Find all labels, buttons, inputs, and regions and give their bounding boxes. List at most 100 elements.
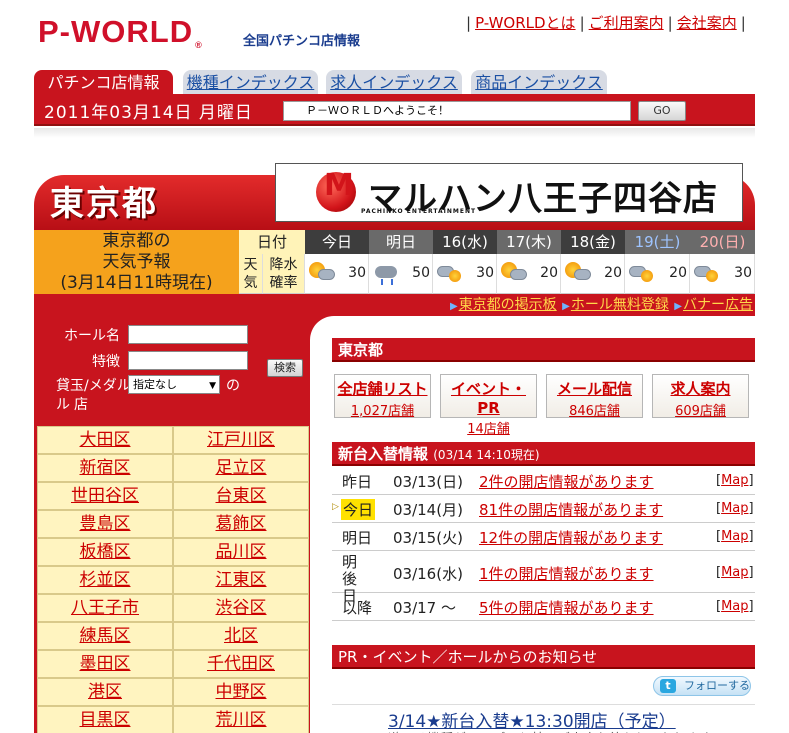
feature-label: 特徴 bbox=[92, 354, 120, 370]
quick-link-mail[interactable]: メール配信 846店舗 bbox=[546, 374, 643, 419]
news-item-snippet: 遊べる機種がいっぱい入替、ご来店お待ちしております bbox=[388, 728, 712, 733]
sun-cloud-icon bbox=[501, 262, 527, 284]
suffix-ten: 店 bbox=[74, 397, 88, 413]
current-date: 2011年03月14日 月曜日 bbox=[44, 103, 253, 123]
cloud-sun-icon bbox=[629, 262, 655, 284]
opening-row: ▷ 今日 03/14(月) 81件の開店情報があります [Map] bbox=[332, 495, 755, 523]
weather-day: 20 bbox=[561, 254, 625, 294]
quick-link-jobs[interactable]: 求人案内 609店舗 bbox=[652, 374, 749, 419]
suffix-ru-label: ル bbox=[56, 397, 70, 413]
welcome-ticker: Ｐ－ＷＯＲＬＤへようこそ！ bbox=[283, 101, 631, 121]
area-link[interactable]: 板橋区 bbox=[37, 538, 173, 566]
area-link[interactable]: 江東区 bbox=[173, 566, 309, 594]
weather-row-tenki: 天気 bbox=[239, 254, 263, 294]
area-link[interactable]: 渋谷区 bbox=[173, 594, 309, 622]
link-free-register[interactable]: ホール無料登録 bbox=[571, 297, 669, 313]
tab-products-index[interactable]: 商品インデックス bbox=[471, 70, 607, 95]
map-link[interactable]: Map bbox=[721, 529, 748, 544]
divider bbox=[332, 704, 755, 705]
arrow-right-icon: ▶ bbox=[562, 301, 570, 312]
arrow-right-icon: ▶ bbox=[674, 301, 682, 312]
twitter-icon: t bbox=[660, 679, 676, 693]
arrow-right-icon: ▶ bbox=[449, 301, 458, 312]
sun-cloud-icon bbox=[565, 262, 591, 284]
divider bbox=[34, 128, 755, 138]
weather-day-label: 16(水) bbox=[433, 230, 497, 254]
area-link[interactable]: 品川区 bbox=[173, 538, 309, 566]
weather-day-label: 19(土) bbox=[625, 230, 690, 254]
opening-info-link[interactable]: 12件の開店情報があります bbox=[479, 527, 663, 548]
quick-link-all-halls[interactable]: 全店舗リスト 1,027店舗 bbox=[334, 374, 431, 419]
area-link[interactable]: 杉並区 bbox=[37, 566, 173, 594]
weather-day-label: 明日 bbox=[369, 230, 433, 254]
link-about[interactable]: P-WORLDとは bbox=[475, 14, 576, 32]
tab-pachinko-hall-info[interactable]: パチンコ店情報 bbox=[34, 70, 173, 95]
weather-day: 30 bbox=[305, 254, 369, 294]
tab-machine-index[interactable]: 機種インデックス bbox=[183, 70, 318, 95]
banner-sub: PACHINKO ENTERTAINMENT bbox=[361, 208, 477, 215]
new-machines-header: 新台入替情報 (03/14 14:10現在) bbox=[332, 442, 755, 466]
search-button[interactable]: 検索 bbox=[267, 359, 303, 377]
area-list: 大田区 江戸川区 新宿区 足立区 世田谷区 台東区 豊島区 葛飾区 板橋区 品川区 杉並区 江東区 八王… bbox=[34, 422, 310, 733]
hall-name-input[interactable] bbox=[128, 325, 248, 344]
go-button[interactable]: GO bbox=[638, 101, 686, 121]
ad-banner[interactable]: M マルハン八王子四谷店 PACHINKO ENTERTAINMENT bbox=[275, 163, 743, 222]
area-link[interactable]: 江戸川区 bbox=[173, 426, 309, 454]
twitter-follow-button[interactable]: t フォローする bbox=[653, 676, 751, 696]
rental-medal-select[interactable]: 指定なし ▼ bbox=[128, 375, 220, 394]
cloud-sun-icon bbox=[437, 262, 463, 284]
area-link[interactable]: 台東区 bbox=[173, 482, 309, 510]
map-link[interactable]: Map bbox=[721, 501, 748, 516]
area-grid: 大田区 江戸川区 新宿区 足立区 世田谷区 台東区 豊島区 葛飾区 板橋区 品川区 杉並区 江東区 八王… bbox=[37, 426, 309, 733]
chevron-down-icon: ▼ bbox=[209, 381, 216, 391]
feature-input[interactable] bbox=[128, 351, 248, 370]
area-link[interactable]: 荒川区 bbox=[173, 706, 309, 733]
area-link[interactable]: 葛飾区 bbox=[173, 510, 309, 538]
link-bbs[interactable]: 東京都の掲示板 bbox=[459, 297, 557, 313]
area-link[interactable]: 大田区 bbox=[37, 426, 173, 454]
weather-forecast: 東京都の 天気予報 (3月14日11時現在) 日付 天気 降水確率 今日 30 … bbox=[34, 230, 755, 294]
link-banner-ad[interactable]: バナー広告 bbox=[683, 297, 753, 313]
area-link[interactable]: 世田谷区 bbox=[37, 482, 173, 510]
tab-jobs-index[interactable]: 求人インデックス bbox=[326, 70, 462, 95]
area-link[interactable]: 港区 bbox=[37, 678, 173, 706]
link-company[interactable]: 会社案内 bbox=[677, 14, 737, 32]
area-link[interactable]: 練馬区 bbox=[37, 622, 173, 650]
map-link[interactable]: Map bbox=[721, 599, 748, 614]
pr-section-header: PR・イベント／ホールからのお知らせ bbox=[332, 645, 755, 669]
link-guide[interactable]: ご利用案内 bbox=[589, 14, 664, 32]
weather-day: 20 bbox=[497, 254, 561, 294]
area-link[interactable]: 新宿区 bbox=[37, 454, 173, 482]
weather-day-label: 20(日) bbox=[690, 230, 755, 254]
weather-label: 東京都の 天気予報 (3月14日11時現在) bbox=[34, 230, 239, 294]
weather-day: 20 bbox=[625, 254, 690, 294]
opening-row: 明日 03/15(火) 12件の開店情報があります [Map] bbox=[332, 523, 755, 551]
area-link[interactable]: 千代田区 bbox=[173, 650, 309, 678]
area-link[interactable]: 足立区 bbox=[173, 454, 309, 482]
area-link[interactable]: 中野区 bbox=[173, 678, 309, 706]
weather-day: 30 bbox=[433, 254, 497, 294]
rain-icon bbox=[373, 262, 399, 285]
weather-row-kousui: 降水確率 bbox=[263, 254, 305, 294]
quick-link-events[interactable]: イベント・PR 14店舗 bbox=[440, 374, 537, 437]
rental-medal-label: 貸玉/メダル bbox=[56, 378, 131, 394]
hall-name-label: ホール名 bbox=[64, 328, 120, 344]
region-link-bar: ▶東京都の掲示板 ▶ホール無料登録 ▶バナー広告 bbox=[34, 294, 755, 316]
weather-day-label: 17(木) bbox=[497, 230, 561, 254]
region-header: 東京都 M マルハン八王子四谷店 PACHINKO ENTERTAINMENT bbox=[34, 163, 755, 233]
opening-info-link[interactable]: 81件の開店情報があります bbox=[479, 499, 663, 520]
opening-info-link[interactable]: 5件の開店情報があります bbox=[479, 597, 654, 618]
opening-row: 昨日 03/13(日) 2件の開店情報があります [Map] bbox=[332, 467, 755, 495]
map-link[interactable]: Map bbox=[721, 473, 748, 488]
opening-info-link[interactable]: 1件の開店情報があります bbox=[479, 563, 654, 584]
area-link[interactable]: 八王子市 bbox=[37, 594, 173, 622]
area-link[interactable]: 目黒区 bbox=[37, 706, 173, 733]
map-link[interactable]: Map bbox=[721, 565, 748, 580]
weather-day: 30 bbox=[690, 254, 755, 294]
opening-info-link[interactable]: 2件の開店情報があります bbox=[479, 471, 654, 492]
p-world-logo[interactable]: P-WORLD ® bbox=[38, 14, 203, 50]
area-link[interactable]: 北区 bbox=[173, 622, 309, 650]
area-link[interactable]: 豊島区 bbox=[37, 510, 173, 538]
area-link[interactable]: 墨田区 bbox=[37, 650, 173, 678]
weather-day-label: 今日 bbox=[305, 230, 369, 254]
